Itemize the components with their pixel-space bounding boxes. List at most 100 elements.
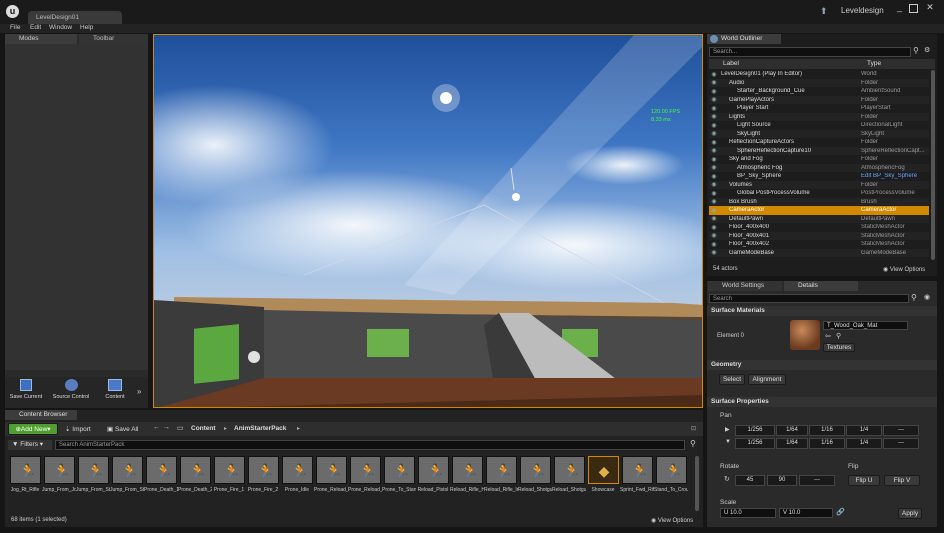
rotate-45[interactable]: 45 xyxy=(735,475,765,486)
save-all-button[interactable]: ▣ Save All xyxy=(107,425,138,433)
material-dropdown[interactable]: T_Wood_Oak_Mat xyxy=(823,321,908,330)
back-arrow-icon[interactable]: ← xyxy=(153,424,160,431)
visibility-icon[interactable]: ◉ xyxy=(709,207,719,214)
textures-button[interactable]: Textures xyxy=(823,343,855,352)
asset-thumb[interactable]: 🏃 xyxy=(214,456,245,484)
asset-thumb[interactable]: 🏃 xyxy=(316,456,347,484)
asset-thumb[interactable]: 🏃 xyxy=(146,456,177,484)
unreal-logo-icon[interactable]: u xyxy=(6,5,19,18)
geometry-header[interactable]: Geometry xyxy=(707,360,937,370)
asset-thumb[interactable]: 🏃 xyxy=(78,456,109,484)
content-button[interactable]: Content xyxy=(100,379,130,406)
visibility-icon[interactable]: ◉ xyxy=(709,71,719,78)
list-item[interactable]: ◉ Audio Folder xyxy=(709,78,929,87)
visibility-icon[interactable]: ◉ xyxy=(709,181,719,188)
visibility-icon[interactable]: ◉ xyxy=(709,198,719,205)
import-button[interactable]: ⇣ Import xyxy=(65,425,91,433)
source-control-button[interactable]: Source Control xyxy=(48,379,94,406)
col-type-header[interactable]: Type xyxy=(867,60,881,67)
asset-thumb[interactable]: 🏃 xyxy=(622,456,653,484)
menu-file[interactable]: File xyxy=(10,24,20,31)
menu-window[interactable]: Window xyxy=(49,24,72,31)
list-item[interactable]: ◉ Floor_400x400 StaticMeshActor xyxy=(709,223,929,232)
visibility-icon[interactable]: ◉ xyxy=(709,130,719,137)
asset-thumb[interactable]: 🏃 xyxy=(44,456,75,484)
list-item[interactable]: ◉ Atmospheric Fog AtmosphericFog xyxy=(709,163,929,172)
visibility-icon[interactable]: ◉ xyxy=(709,105,719,112)
surface-materials-header[interactable]: Surface Materials xyxy=(707,306,937,316)
col-label-header[interactable]: Label xyxy=(723,60,739,67)
asset-thumb[interactable]: 🏃 xyxy=(112,456,143,484)
search-icon[interactable]: ⚲ xyxy=(911,293,917,302)
list-item[interactable]: ◉ Light Source DirectionalLight xyxy=(709,121,929,130)
pan-u-4[interactable]: 1/4 xyxy=(846,425,882,436)
visibility-icon[interactable]: ◉ xyxy=(709,232,719,239)
pan-v-arrow-icon[interactable]: ▼ xyxy=(725,439,731,445)
visibility-icon[interactable]: ◉ xyxy=(709,190,719,197)
cb-search-icon[interactable]: ⚲ xyxy=(690,439,696,448)
pan-v-64[interactable]: 1/64 xyxy=(776,438,808,449)
visibility-icon[interactable]: ◉ xyxy=(709,215,719,222)
list-item[interactable]: ◉ GameModeBase GameModeBase xyxy=(709,248,929,257)
visibility-icon[interactable]: ◉ xyxy=(709,113,719,120)
visibility-icon[interactable]: ◉ xyxy=(709,241,719,248)
scale-u-input[interactable]: U 10.0 xyxy=(720,508,776,518)
cb-search-input[interactable]: Search AnimStarterPack xyxy=(55,440,685,450)
breadcrumb-animstarterpack[interactable]: AnimStarterPack xyxy=(234,425,286,432)
breadcrumb-dropdown-icon[interactable]: ▸ xyxy=(297,425,300,432)
list-item[interactable]: ◉ BP_Sky_Sphere Edit BP_Sky_Sphere xyxy=(709,172,929,181)
visibility-icon[interactable]: ◉ xyxy=(709,249,719,256)
minimize-button[interactable]: _ xyxy=(895,3,904,13)
asset-thumb[interactable]: 🏃 xyxy=(452,456,483,484)
asset-thumb[interactable]: 🏃 xyxy=(10,456,41,484)
asset-thumb[interactable]: 🏃 xyxy=(384,456,415,484)
list-item[interactable]: ◉ ReflectionCaptureActors Folder xyxy=(709,138,929,147)
visibility-icon[interactable]: ◉ xyxy=(709,173,719,180)
cb-view-options[interactable]: ◉ View Options xyxy=(651,517,693,524)
visibility-icon[interactable]: ◉ xyxy=(709,122,719,129)
add-new-button[interactable]: ⊕ Add New ▾ xyxy=(8,423,58,435)
list-item[interactable]: ◉ DefaultPawn DefaultPawn xyxy=(709,214,929,223)
visibility-icon[interactable]: ◉ xyxy=(709,88,719,95)
visibility-icon[interactable]: ◉ xyxy=(709,224,719,231)
project-tab[interactable]: LevelDesign01 xyxy=(28,11,122,24)
asset-thumb[interactable]: 🏃 xyxy=(656,456,687,484)
surface-properties-header[interactable]: Surface Properties xyxy=(707,397,937,407)
pan-u-256[interactable]: 1/256 xyxy=(735,425,775,436)
visibility-icon[interactable]: ◉ xyxy=(709,139,719,146)
list-item[interactable]: ◉ Volumes Folder xyxy=(709,180,929,189)
list-item[interactable]: ◉ SphereReflectionCapture10 SphereReflecti… xyxy=(709,146,929,155)
pan-v-4[interactable]: 1/4 xyxy=(846,438,882,449)
forward-arrow-icon[interactable]: → xyxy=(163,424,170,431)
find-icon[interactable]: ⚲ xyxy=(836,332,841,340)
save-current-button[interactable]: Save Current xyxy=(8,379,44,406)
maximize-button[interactable] xyxy=(909,4,918,13)
close-button[interactable]: ✕ xyxy=(925,2,935,12)
asset-thumb[interactable]: 🏃 xyxy=(248,456,279,484)
visibility-icon[interactable]: ◉ xyxy=(709,79,719,86)
asset-thumb[interactable]: 🏃 xyxy=(554,456,585,484)
material-thumbnail[interactable] xyxy=(790,320,820,350)
outliner-view-options[interactable]: ◉ View Options xyxy=(883,266,925,273)
pan-u-arrow-icon[interactable]: ▶ xyxy=(725,426,730,433)
breadcrumb-content[interactable]: Content xyxy=(191,425,216,432)
rotate-custom[interactable]: --- xyxy=(799,475,835,486)
rotate-90[interactable]: 90 xyxy=(767,475,797,486)
pan-v-256[interactable]: 1/256 xyxy=(735,438,775,449)
tab-details[interactable]: Details xyxy=(784,281,858,291)
list-item[interactable]: ◉ Starter_Background_Cue AmbientSound xyxy=(709,87,929,96)
list-item[interactable]: ◉ Sky and Fog Folder xyxy=(709,155,929,164)
pan-v-custom[interactable]: --- xyxy=(883,438,919,449)
eye-toggle-icon[interactable]: ◉ xyxy=(924,293,930,301)
visibility-icon[interactable]: ◉ xyxy=(709,147,719,154)
asset-thumb[interactable]: 🏃 xyxy=(180,456,211,484)
pan-v-16[interactable]: 1/16 xyxy=(809,438,845,449)
details-search-input[interactable]: Search xyxy=(709,294,909,303)
menu-help[interactable]: Help xyxy=(80,24,93,31)
list-item[interactable]: ◉ Lights Folder xyxy=(709,112,929,121)
visibility-icon[interactable]: ◉ xyxy=(709,164,719,171)
list-item[interactable]: ◉ GamePlayActors Folder xyxy=(709,95,929,104)
scale-v-input[interactable]: V 10.0 xyxy=(779,508,833,518)
list-item[interactable]: ◉ CameraActor CameraActor xyxy=(709,206,929,215)
tab-world-settings[interactable]: World Settings xyxy=(708,281,782,291)
